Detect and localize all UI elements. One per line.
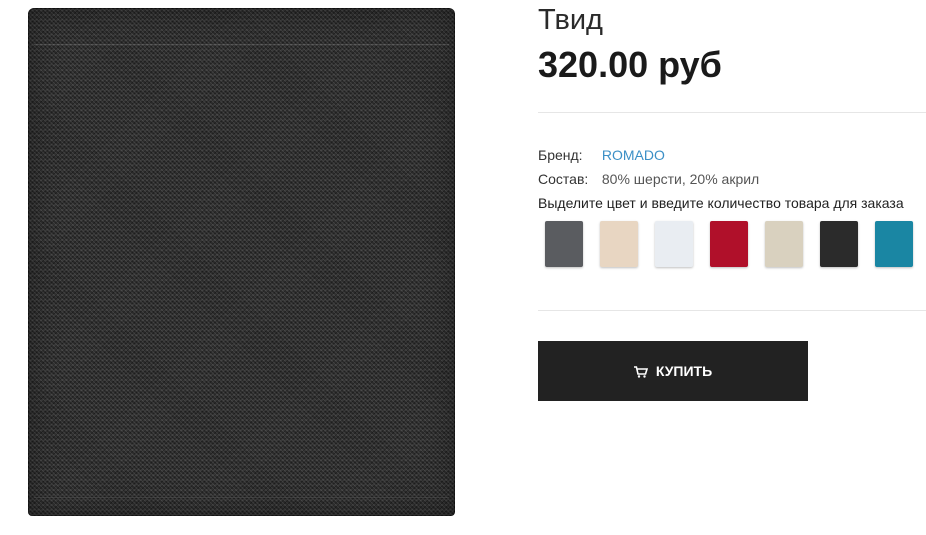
swatch-black[interactable] [820, 221, 858, 267]
divider-top [538, 112, 926, 113]
product-title: Твид [538, 4, 603, 36]
brand-row: Бренд: ROMADO [538, 147, 665, 163]
color-swatches [545, 221, 913, 267]
swatch-red[interactable] [710, 221, 748, 267]
buy-button[interactable]: КУПИТЬ [538, 341, 808, 401]
color-hint: Выделите цвет и введите количество товар… [538, 195, 904, 211]
divider-bottom [538, 310, 926, 311]
swatch-grey[interactable] [545, 221, 583, 267]
brand-link[interactable]: ROMADO [602, 147, 665, 163]
swatch-teal[interactable] [875, 221, 913, 267]
cart-icon [633, 365, 648, 378]
swatch-beige[interactable] [600, 221, 638, 267]
brand-label: Бренд: [538, 147, 583, 163]
composition-label: Состав: [538, 171, 589, 187]
swatch-white[interactable] [655, 221, 693, 267]
fabric-hem-bottom [34, 497, 449, 498]
product-image [28, 8, 455, 516]
buy-button-label: КУПИТЬ [655, 363, 713, 379]
composition-value: 80% шерсти, 20% акрил [601, 171, 760, 187]
swatch-sand[interactable] [765, 221, 803, 267]
composition-row: Состав: 80% шерсти, 20% акрил [538, 171, 759, 187]
product-price: 320.00 руб [538, 44, 722, 85]
fabric-hem-top [34, 44, 449, 45]
